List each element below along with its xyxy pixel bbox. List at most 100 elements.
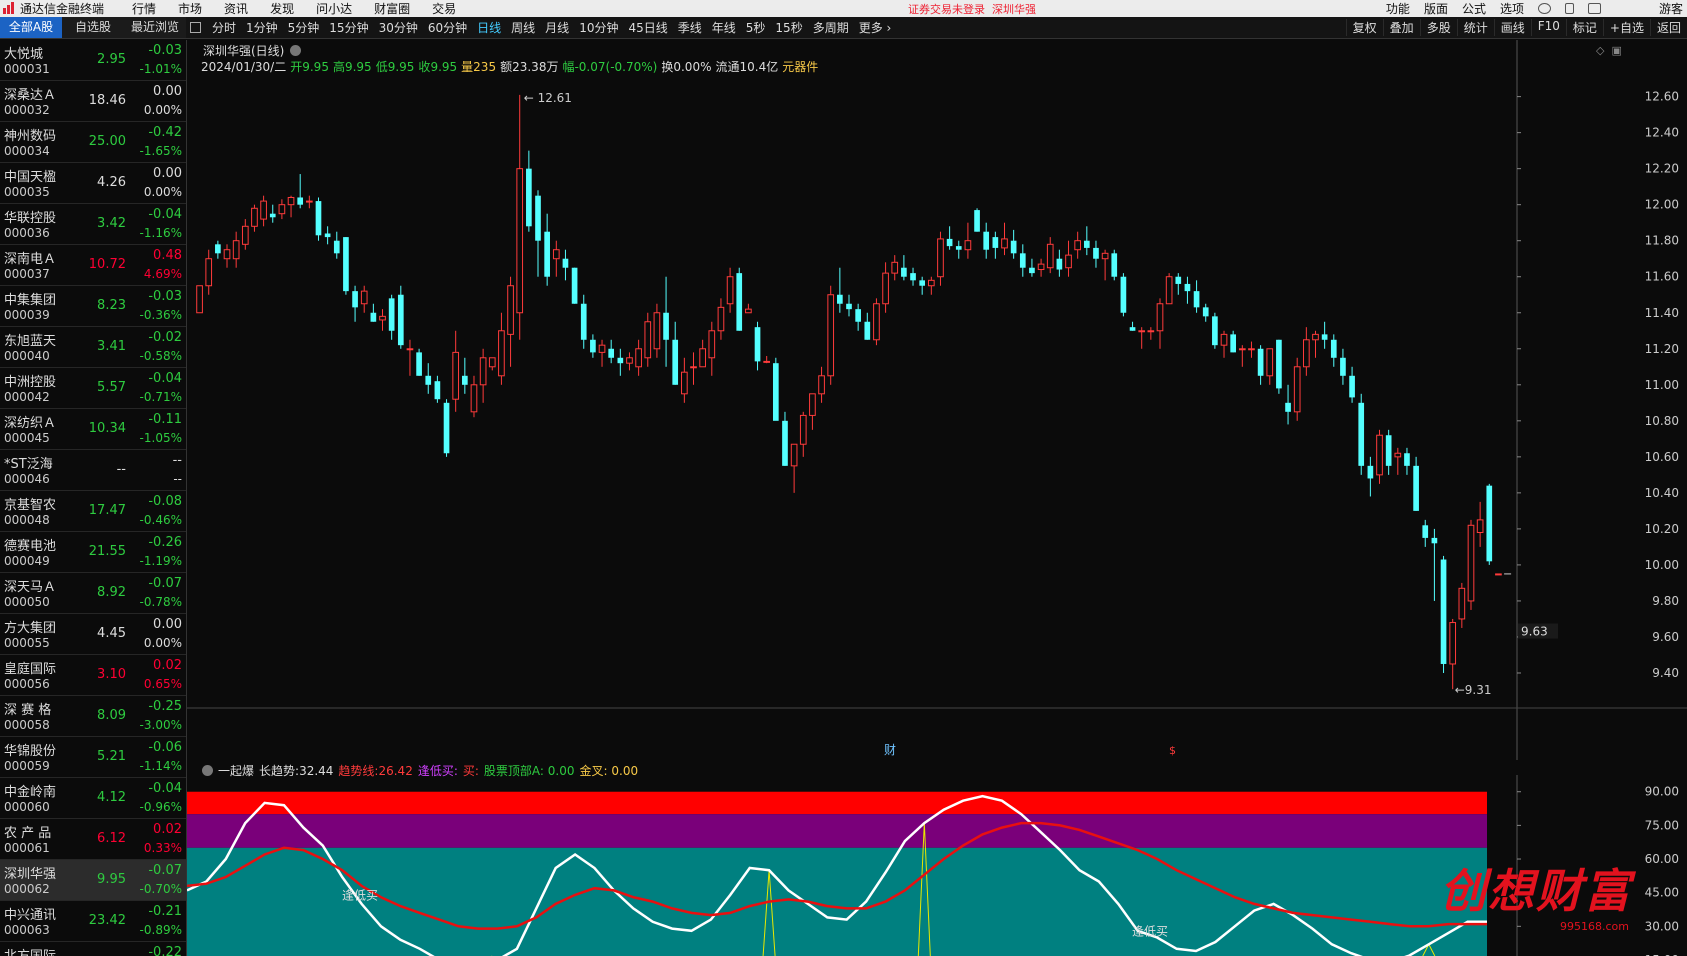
candle-body [479,357,487,386]
candle-body [745,308,752,314]
login-notice[interactable]: 证券交易未登录 深圳华强 [908,1,1036,17]
stock-row[interactable]: 中集集团 000039 8.23 -0.03 -0.36% [0,286,186,327]
menu-item-6[interactable]: 交易 [432,0,456,17]
phone-icon[interactable] [1564,3,1574,14]
candle-body [352,291,358,308]
stock-row[interactable]: *ST泛海 000046 -- -- -- [0,450,186,491]
period-13[interactable]: 5秒 [741,19,771,36]
stock-row[interactable]: 农 产 品 000061 6.12 0.02 0.33% [0,819,186,860]
stock-change: 0.00 [153,617,182,632]
panel-toggle-icon[interactable] [190,22,201,33]
period-11[interactable]: 季线 [673,19,707,36]
toolbar-right-3[interactable]: 统计 [1456,19,1494,36]
stock-row[interactable]: 东旭蓝天 000040 3.41 -0.02 -0.58% [0,327,186,368]
menu-formula[interactable]: 公式 [1462,0,1486,17]
menu-item-2[interactable]: 资讯 [224,0,248,17]
y-tick-label: 11.20 [1645,342,1679,356]
stock-price: 18.46 [88,93,126,108]
stock-row[interactable]: 深圳华强 000062 9.95 -0.07 -0.70% [0,860,186,901]
stock-row[interactable]: 深纺织Ａ 000045 10.34 -0.11 -1.05% [0,409,186,450]
period-2[interactable]: 5分钟 [283,19,325,36]
menu-item-0[interactable]: 行情 [132,0,156,17]
candle-body [232,240,240,260]
stock-row[interactable]: 中兴通讯 000063 23.42 -0.21 -0.89% [0,901,186,942]
diamond-icon[interactable]: ◇ [1596,44,1604,57]
stock-row[interactable]: 北方国际 -0.22 [0,942,186,956]
toolbar-right-0[interactable]: 复权 [1345,19,1383,36]
stock-row[interactable]: 方大集团 000055 4.45 0.00 0.00% [0,614,186,655]
menu-options[interactable]: 选项 [1500,0,1524,17]
refresh-icon[interactable] [1537,3,1551,14]
period-1[interactable]: 1分钟 [241,19,283,36]
toolbar-right-8[interactable]: 返回 [1649,19,1687,36]
tab-all-a-shares[interactable]: 全部A股 [0,17,62,38]
tab-recent[interactable]: 最近浏览 [124,17,186,38]
stock-row[interactable]: 中洲控股 000042 5.57 -0.04 -0.71% [0,368,186,409]
stock-row[interactable]: 大悦城 000031 2.95 -0.03 -1.01% [0,40,186,81]
candle-body [443,402,450,454]
stock-change-pct: -0.89% [139,923,182,937]
toolbar-right-6[interactable]: 标记 [1565,19,1603,36]
y-tick-label: 12.60 [1645,90,1679,104]
period-10[interactable]: 45日线 [623,19,672,36]
menu-item-4[interactable]: 问小达 [316,0,352,17]
candle-body [1449,622,1457,665]
toolbar-right-1[interactable]: 叠加 [1382,19,1420,36]
candle-body [1001,238,1008,249]
period-9[interactable]: 10分钟 [574,19,623,36]
sector-label[interactable]: 元器件 [782,60,818,74]
toolbar-right-4[interactable]: 画线 [1493,19,1531,36]
stock-change-pct: 0.33% [143,841,182,855]
period-12[interactable]: 年线 [707,19,741,36]
candle-body [397,294,404,346]
menu-item-5[interactable]: 财富圈 [374,0,410,17]
period-15[interactable]: 多周期 [808,19,854,36]
stock-change-pct: -1.16% [139,226,182,240]
stock-name: 大悦城 [4,47,44,62]
tab-watchlist[interactable]: 自选股 [62,17,124,38]
stock-row[interactable]: 华联控股 000036 3.42 -0.04 -1.16% [0,204,186,245]
stock-row[interactable]: 中金岭南 000060 4.12 -0.04 -0.96% [0,778,186,819]
menu-item-3[interactable]: 发现 [270,0,294,17]
candle-body [927,279,935,287]
guest-label[interactable]: 游客 [1659,0,1683,17]
candle-body [1376,434,1383,476]
chart-title-dropdown-icon[interactable] [290,45,302,56]
stock-row[interactable]: 深 赛 格 000058 8.09 -0.25 -3.00% [0,696,186,737]
candlestick-chart[interactable]: 12.60 12.40 12.20 12.00 11.80 11.60 11.40 11.20… [187,40,1687,760]
period-3[interactable]: 15分钟 [324,19,373,36]
toolbar-right-2[interactable]: 多股 [1419,19,1457,36]
window-icon[interactable]: ▣ [1611,44,1621,57]
stock-row[interactable]: 深桑达Ａ 000032 18.46 0.00 0.00% [0,81,186,122]
toolbar-right-7[interactable]: +自选 [1602,19,1650,36]
candle-body [1120,276,1127,313]
stock-row[interactable]: 京基智农 000048 17.47 -0.08 -0.46% [0,491,186,532]
stock-name: 华锦股份 [4,744,57,759]
menu-layout[interactable]: 版面 [1424,0,1448,17]
period-4[interactable]: 30分钟 [374,19,423,36]
period-5[interactable]: 60分钟 [423,19,472,36]
y-tick-label: 11.80 [1645,234,1679,248]
period-14[interactable]: 15秒 [770,19,807,36]
stock-row[interactable]: 皇庭国际 000056 3.10 0.02 0.65% [0,655,186,696]
min-price-label: ←9.31 [1455,683,1492,697]
indicator-tick-label: 75.00 [1645,818,1679,832]
stock-row[interactable]: 深南电Ａ 000037 10.72 0.48 4.69% [0,245,186,286]
stock-row[interactable]: 深天马Ａ 000050 8.92 -0.07 -0.78% [0,573,186,614]
toolbar-right-5[interactable]: F10 [1530,19,1566,36]
stock-row[interactable]: 德赛电池 000049 21.55 -0.26 -1.19% [0,532,186,573]
current-price-tag: 9.63 [1521,625,1548,639]
period-7[interactable]: 周线 [506,19,540,36]
candle-body [333,240,340,254]
stock-row[interactable]: 华锦股份 000059 5.21 -0.06 -1.14% [0,737,186,778]
period-8[interactable]: 月线 [540,19,574,36]
menu-function[interactable]: 功能 [1386,0,1410,17]
period-16[interactable]: 更多 › [854,19,897,36]
period-0[interactable]: 分时 [207,19,241,36]
mail-icon[interactable] [1587,3,1601,14]
stock-row[interactable]: 中国天楹 000035 4.26 0.00 0.00% [0,163,186,204]
stock-code: 000036 [4,226,50,240]
menu-item-1[interactable]: 市场 [178,0,202,17]
period-6[interactable]: 日线 [472,19,506,36]
stock-row[interactable]: 神州数码 000034 25.00 -0.42 -1.65% [0,122,186,163]
